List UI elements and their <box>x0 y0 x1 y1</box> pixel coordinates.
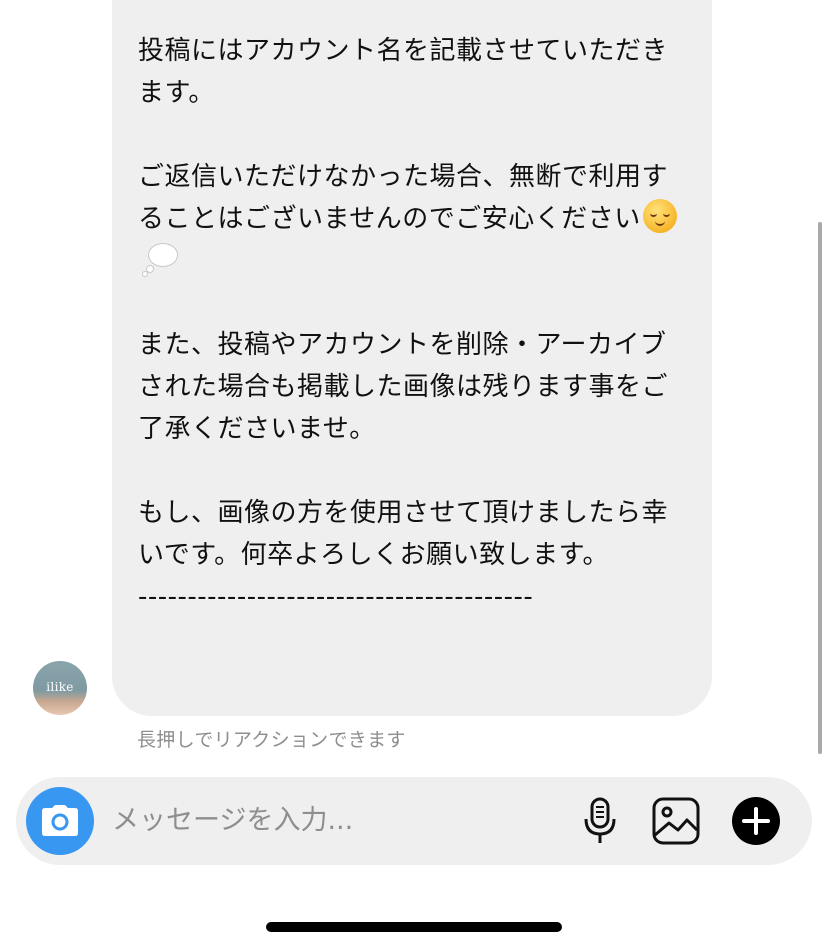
message-input[interactable] <box>112 800 552 840</box>
relieved-face-emoji-icon <box>642 199 677 233</box>
message-bubble[interactable]: 投稿にはアカウント名を記載させていただきます。 ご返信いただけなかった場合、無断… <box>112 0 712 716</box>
add-button[interactable] <box>731 796 781 846</box>
reaction-hint: 長押しでリアクションできます <box>137 729 406 751</box>
avatar[interactable]: ilike <box>33 661 87 715</box>
thought-balloon-emoji-icon <box>142 241 180 277</box>
message-paragraph-2-text: ご返信いただけなかった場合、無断で利用することはございませんのでご安心ください <box>138 162 669 234</box>
camera-button[interactable] <box>26 787 94 855</box>
message-paragraph-3: また、投稿やアカウントを削除・アーカイブ された場合も掲載した画像は残ります事を… <box>138 330 676 444</box>
message-paragraph-1: 投稿にはアカウント名を記載させていただきます。 <box>138 36 669 108</box>
message-divider-line: ---------------------------------------- <box>138 582 534 612</box>
image-icon <box>652 797 700 845</box>
gallery-button[interactable] <box>651 796 701 846</box>
avatar-text: ilike <box>46 680 74 694</box>
message-paragraph-4: もし、画像の方を使用させて頂けましたら幸いです。何卒よろしくお願い致します。 <box>138 498 669 570</box>
microphone-button[interactable] <box>578 796 622 846</box>
message-paragraph-2: ご返信いただけなかった場合、無断で利用することはございませんのでご安心ください <box>138 156 686 282</box>
microphone-icon <box>584 797 616 843</box>
camera-icon <box>42 805 78 836</box>
scrollbar[interactable] <box>818 222 822 754</box>
home-indicator[interactable] <box>266 922 562 932</box>
plus-icon <box>732 797 780 845</box>
